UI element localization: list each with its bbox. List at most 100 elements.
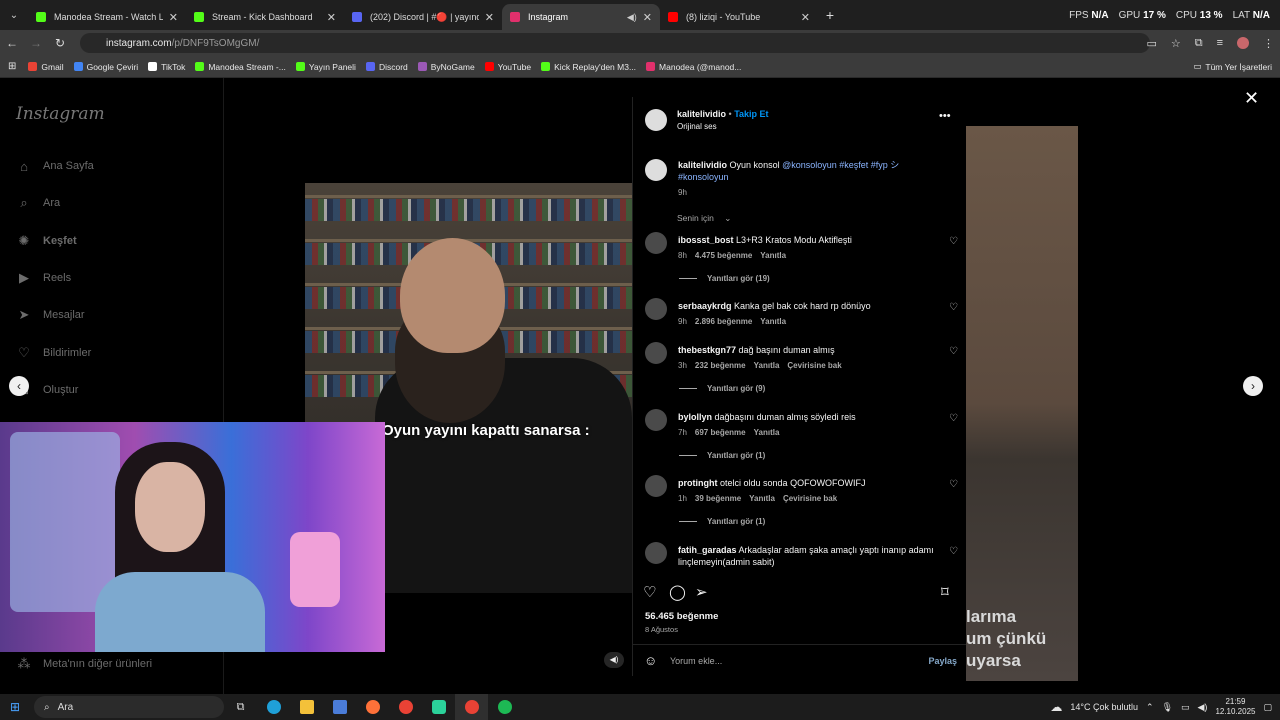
tab-close-icon[interactable]: ✕: [801, 11, 810, 24]
comment-like-icon[interactable]: ♡: [949, 413, 958, 424]
author-avatar[interactable]: [645, 109, 667, 131]
emoji-icon[interactable]: ☺: [644, 653, 657, 668]
view-replies[interactable]: Yanıtları gör (1): [679, 451, 765, 460]
store-icon[interactable]: [323, 694, 356, 720]
more-options-icon[interactable]: •••: [939, 110, 951, 122]
close-icon[interactable]: ✕: [1244, 88, 1259, 109]
comment-avatar[interactable]: [645, 232, 667, 254]
bookmark-item[interactable]: Manodea (@manod...: [646, 62, 741, 72]
bookmark-item[interactable]: Discord: [365, 62, 408, 72]
tab-close-icon[interactable]: ✕: [327, 11, 336, 24]
tab-audio-icon[interactable]: ◀): [627, 12, 637, 23]
comment-avatar[interactable]: [645, 409, 667, 431]
nav-item-3[interactable]: ▶ Reels: [16, 270, 71, 286]
bookmark-item[interactable]: Gmail: [28, 62, 64, 72]
comment-reply[interactable]: Yanıtla: [749, 494, 775, 503]
volume-icon[interactable]: ◀): [1198, 702, 1208, 713]
reload-icon[interactable]: ↻: [48, 36, 72, 50]
tab-close-icon[interactable]: ✕: [485, 11, 494, 24]
comment-input[interactable]: Yorum ekle...: [670, 656, 722, 666]
comment-reply[interactable]: Yanıtla: [760, 317, 786, 326]
comment-likes[interactable]: 2.896 beğenme: [695, 317, 752, 326]
notifications-icon[interactable]: ▢: [1263, 702, 1272, 713]
comment-reply[interactable]: Yanıtla: [760, 251, 786, 260]
tab-2[interactable]: (202) Discord | #🔴 | yayında-iz ✕: [344, 4, 502, 30]
view-replies[interactable]: Yanıtları gör (19): [679, 274, 770, 283]
menu-icon[interactable]: ⋮: [1263, 37, 1274, 50]
comment-avatar[interactable]: [645, 298, 667, 320]
caption-avatar[interactable]: [645, 159, 667, 181]
view-replies[interactable]: Yanıtları gör (9): [679, 384, 765, 393]
chrome-icon[interactable]: [389, 694, 422, 720]
comment-avatar[interactable]: [645, 342, 667, 364]
nav-item-2[interactable]: ✺ Keşfet: [16, 233, 77, 249]
tab-search-icon[interactable]: ⌄: [0, 0, 28, 30]
spotify-icon[interactable]: [488, 694, 521, 720]
forward-icon[interactable]: →: [24, 36, 48, 50]
comment-icon[interactable]: ◯: [669, 583, 686, 601]
profile-avatar[interactable]: [1237, 37, 1249, 49]
next-post-preview[interactable]: larıma um çünkü uyarsa: [966, 126, 1078, 681]
comment-user[interactable]: ibossst_bost: [678, 235, 734, 245]
bookmark-item[interactable]: YouTube: [484, 62, 531, 72]
comment-translate[interactable]: Çevirisine bak: [783, 494, 837, 503]
firefox-icon[interactable]: [356, 694, 389, 720]
comment-translate[interactable]: Çevirisine bak: [787, 361, 841, 370]
tab-4[interactable]: (8) liziqi - YouTube ✕: [660, 4, 818, 30]
audio-label[interactable]: Orijinal ses: [677, 122, 717, 131]
nav-item-0[interactable]: ⌂ Ana Sayfa: [16, 158, 94, 174]
bookmark-item[interactable]: Manodea Stream -...: [195, 62, 286, 72]
comment-like-icon[interactable]: ♡: [949, 302, 958, 313]
for-you-dropdown[interactable]: Senin için ⌄: [677, 213, 739, 224]
share-icon[interactable]: ➢: [695, 583, 708, 601]
comment-like-icon[interactable]: ♡: [949, 546, 958, 557]
like-count[interactable]: 56.465 beğenme: [645, 611, 718, 622]
app-icon[interactable]: [422, 694, 455, 720]
like-icon[interactable]: ♡: [643, 583, 656, 601]
taskbar-search[interactable]: ⌕ Ara: [34, 696, 224, 718]
follow-button[interactable]: Takip Et: [734, 109, 768, 119]
comment-like-icon[interactable]: ♡: [949, 346, 958, 357]
new-tab-button[interactable]: +: [818, 7, 842, 23]
comment-user[interactable]: thebestkgn77: [678, 345, 736, 355]
bookmark-item[interactable]: ByNoGame: [417, 62, 475, 72]
cast-icon[interactable]: ▭: [1146, 37, 1156, 50]
comment-like-icon[interactable]: ♡: [949, 479, 958, 490]
next-post-icon[interactable]: ›: [1243, 376, 1263, 396]
nav-item-4[interactable]: ➤ Mesajlar: [16, 307, 85, 323]
playlist-icon[interactable]: ≡: [1217, 37, 1223, 49]
tab-close-icon[interactable]: ✕: [643, 11, 652, 24]
weather-text[interactable]: 14°C Çok bulutlu: [1070, 702, 1138, 712]
comment-user[interactable]: protinght: [678, 478, 718, 488]
previous-post-icon[interactable]: ‹: [9, 376, 29, 396]
edge-icon[interactable]: [257, 694, 290, 720]
bookmark-item[interactable]: Kick Replay'den M3...: [541, 62, 636, 72]
bookmark-item[interactable]: TikTok: [148, 62, 185, 72]
comment-likes[interactable]: 232 beğenme: [695, 361, 746, 370]
bookmark-icon[interactable]: ⌑: [941, 583, 949, 601]
comment-likes[interactable]: 697 beğenme: [695, 428, 746, 437]
more-products[interactable]: ⁂ Meta'nın diğer ürünleri: [16, 656, 153, 672]
caption-user[interactable]: kalitelividio: [678, 160, 727, 170]
tab-1[interactable]: Stream - Kick Dashboard ✕: [186, 4, 344, 30]
comment-like-icon[interactable]: ♡: [949, 236, 958, 247]
mic-icon[interactable]: 🎙: [1162, 702, 1173, 713]
comment-reply[interactable]: Yanıtla: [754, 428, 780, 437]
windows-start-icon[interactable]: ⊞: [0, 700, 30, 714]
extensions-icon[interactable]: ⧉: [1195, 37, 1203, 50]
tab-close-icon[interactable]: ✕: [169, 11, 178, 24]
star-icon[interactable]: ☆: [1171, 37, 1181, 50]
bookmark-item[interactable]: Yayın Paneli: [295, 62, 356, 72]
instagram-logo[interactable]: Instagram: [16, 104, 105, 124]
nav-item-5[interactable]: ♡ Bildirimler: [16, 345, 91, 361]
comment-user[interactable]: bylollyn: [678, 412, 712, 422]
comment-user[interactable]: serbaaykrdg: [678, 301, 732, 311]
comment-likes[interactable]: 4.475 beğenme: [695, 251, 752, 260]
tab-0[interactable]: Manodea Stream - Watch Live on ✕: [28, 4, 186, 30]
network-icon[interactable]: ▭: [1181, 702, 1190, 713]
mute-icon[interactable]: ◀): [604, 652, 624, 668]
apps-icon[interactable]: ⊞: [8, 61, 16, 72]
chrome-active-icon[interactable]: [455, 694, 488, 720]
view-replies[interactable]: Yanıtları gör (1): [679, 517, 765, 526]
address-bar[interactable]: instagram.com/p/DNF9TsOMgGM/: [80, 33, 1150, 53]
